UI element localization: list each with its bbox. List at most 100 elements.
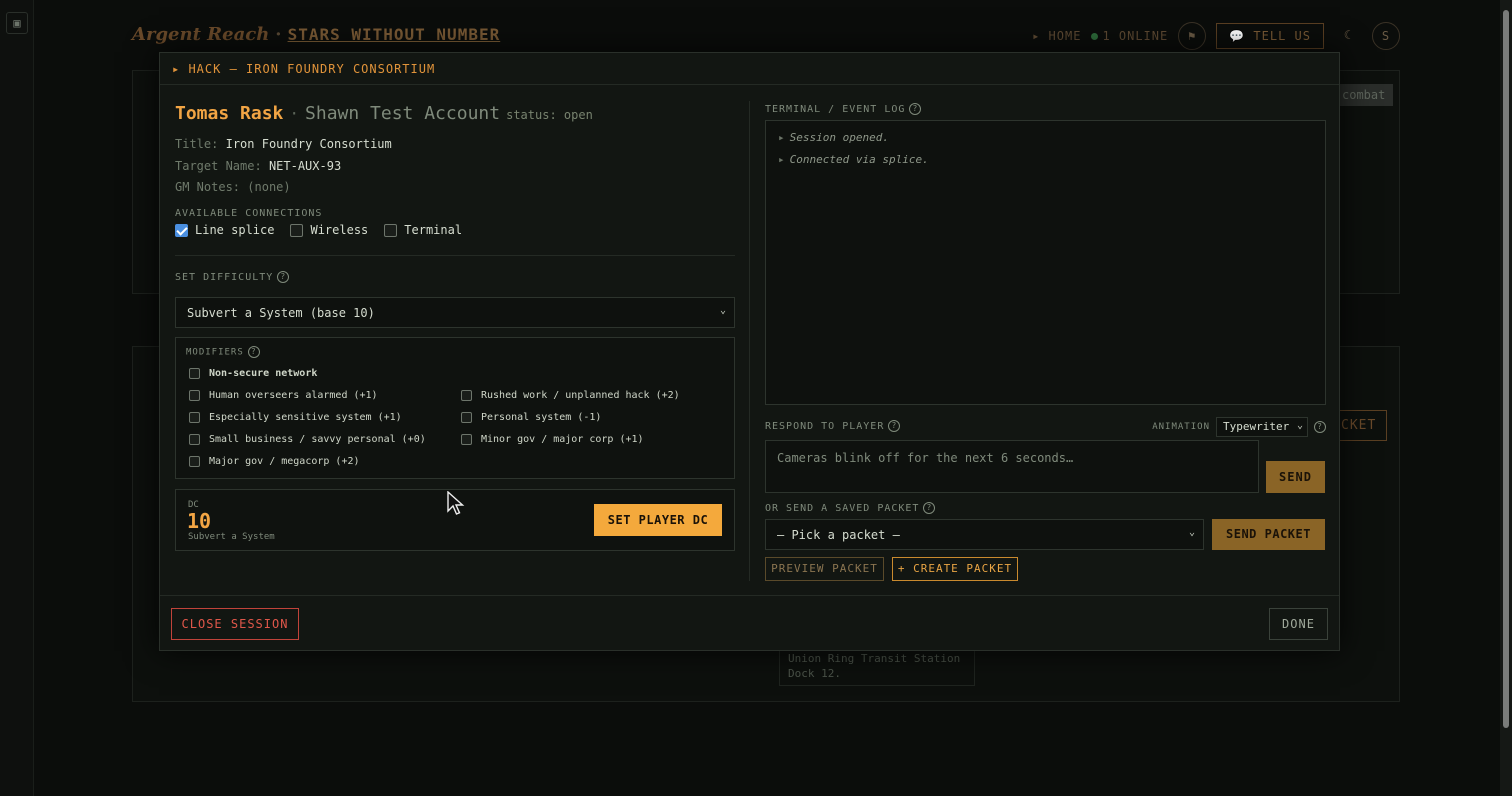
modifier-checkbox[interactable] — [461, 434, 472, 445]
modifier-checkbox[interactable] — [189, 456, 200, 467]
target-label: Target Name: — [175, 159, 262, 173]
modifier-label: Non-secure network — [209, 368, 318, 379]
difficulty-selected: Subvert a System (base 10) — [187, 306, 375, 320]
app-logo-icon[interactable]: ▣ — [6, 12, 28, 34]
chat-icon: 💬 — [1229, 29, 1246, 43]
checkbox-terminal[interactable] — [384, 223, 398, 237]
modifier-checkbox[interactable] — [461, 412, 472, 423]
modifier-checkbox[interactable] — [189, 434, 200, 445]
help-icon[interactable]: ? — [923, 502, 936, 514]
column-divider — [749, 101, 750, 581]
close-session-button[interactable]: CLOSE SESSION — [171, 608, 299, 640]
moon-icon[interactable]: ☾ — [1334, 22, 1362, 50]
log-label-text: TERMINAL / EVENT LOG — [765, 104, 906, 115]
help-icon[interactable]: ? — [247, 346, 260, 358]
connections-group: Line splice Wireless Terminal — [175, 223, 462, 237]
mouse-cursor-icon — [447, 491, 465, 515]
modifier-checkbox[interactable] — [189, 390, 200, 401]
difficulty-label: SET DIFFICULTY? — [175, 271, 290, 283]
modifier-label: Rushed work / unplanned hack (+2) — [481, 390, 680, 401]
packet-select[interactable]: — Pick a packet — ⌄ — [765, 519, 1204, 550]
log-bullet: ▸ — [778, 131, 785, 144]
modifier-checkbox[interactable] — [189, 368, 200, 379]
checkbox-line-splice[interactable] — [175, 223, 188, 237]
modifier-checkbox[interactable] — [189, 412, 200, 423]
reply-textarea[interactable]: Cameras blink off for the next 6 seconds… — [765, 440, 1259, 493]
saved-packet-label: OR SEND A SAVED PACKET? — [765, 502, 936, 514]
modal-title: ▸ HACK — IRON FOUNDRY CONSORTIUM — [160, 53, 1339, 85]
respond-label: RESPOND TO PLAYER? — [765, 420, 901, 432]
modifier-non-secure[interactable]: Non-secure network — [189, 368, 317, 379]
modifier-label: Small business / savvy personal (+0) — [209, 434, 426, 445]
game-link[interactable]: STARS WITHOUT NUMBER — [288, 25, 501, 44]
connection-label: Wireless — [310, 223, 369, 237]
send-button[interactable]: SEND — [1266, 461, 1325, 493]
online-count: 1 ONLINE — [1102, 29, 1169, 43]
difficulty-select[interactable]: Subvert a System (base 10) ⌄ — [175, 297, 735, 328]
online-dot-icon — [1091, 33, 1099, 40]
connection-terminal[interactable]: Terminal — [384, 223, 462, 237]
dc-value: 10 — [187, 509, 212, 533]
connection-wireless[interactable]: Wireless — [290, 223, 368, 237]
title-label: Title: — [175, 137, 219, 151]
title-row: Title: Iron Foundry Consortium — [175, 137, 392, 151]
chevron-down-icon: ⌄ — [1296, 420, 1303, 431]
online-status: 1 ONLINE — [1091, 29, 1168, 43]
divider — [175, 255, 735, 256]
status-badge: status: open — [506, 108, 593, 122]
left-rail: ▣ — [0, 0, 34, 796]
animation-selected: Typewriter — [1223, 420, 1290, 433]
set-player-dc-button[interactable]: SET PLAYER DC — [594, 504, 722, 536]
send-packet-button[interactable]: SEND PACKET — [1212, 519, 1325, 550]
modal-footer: CLOSE SESSION DONE — [160, 595, 1339, 652]
animation-control: ANIMATION Typewriter ⌄ ? — [1152, 417, 1326, 437]
avatar[interactable]: S — [1372, 22, 1400, 50]
checkbox-wireless[interactable] — [290, 223, 304, 237]
character-name: Tomas Rask — [175, 103, 284, 124]
modifier-overseers-alarmed[interactable]: Human overseers alarmed (+1) — [189, 390, 378, 401]
session-header: Tomas Rask · Shawn Test Account status: ope… — [175, 103, 593, 124]
log-label: TERMINAL / EVENT LOG? — [765, 103, 922, 115]
modifier-checkbox[interactable] — [461, 390, 472, 401]
modifier-major-gov[interactable]: Major gov / megacorp (+2) — [189, 456, 360, 467]
log-entry-text: Connected via splice. — [789, 153, 929, 166]
modifier-personal-system[interactable]: Personal system (-1) — [461, 412, 601, 423]
modifier-rushed-work[interactable]: Rushed work / unplanned hack (+2) — [461, 390, 680, 401]
account-name: Shawn Test Account — [305, 103, 501, 124]
bg-combat-button[interactable]: combat — [1334, 84, 1394, 106]
modifier-small-business[interactable]: Small business / savvy personal (+0) — [189, 434, 426, 445]
modifier-label: Especially sensitive system (+1) — [209, 412, 402, 423]
log-entry: ▸ Session opened. — [778, 131, 1313, 144]
event-log[interactable]: ▸ Session opened. ▸ Connected via splice. — [765, 120, 1326, 405]
modifiers-label-text: MODIFIERS — [186, 347, 244, 358]
flag-icon[interactable]: ⚑ — [1178, 22, 1207, 50]
help-icon[interactable]: ? — [909, 103, 922, 115]
connection-label: Terminal — [404, 223, 463, 237]
help-icon[interactable]: ? — [277, 271, 290, 283]
connection-line-splice[interactable]: Line splice — [175, 223, 274, 237]
page-scrollbar[interactable] — [1500, 0, 1512, 796]
tell-us-button[interactable]: 💬 TELL US — [1216, 23, 1324, 49]
done-button[interactable]: DONE — [1269, 608, 1328, 640]
brand[interactable]: Argent Reach · STARS WITHOUT NUMBER — [132, 24, 500, 45]
animation-select[interactable]: Typewriter ⌄ — [1216, 417, 1308, 437]
target-value: NET-AUX-93 — [268, 159, 342, 173]
preview-packet-button[interactable]: PREVIEW PACKET — [765, 557, 884, 581]
scrollbar-thumb[interactable] — [1503, 10, 1509, 728]
bg-card-line: Union Ring Transit Station — [788, 652, 961, 665]
tell-us-label: TELL US — [1253, 29, 1311, 43]
create-packet-button[interactable]: + CREATE PACKET — [892, 557, 1018, 581]
title-value: Iron Foundry Consortium — [225, 137, 392, 151]
connection-label: Line splice — [195, 223, 275, 237]
home-link[interactable]: ▸ HOME — [1032, 29, 1081, 43]
help-icon[interactable]: ? — [888, 420, 901, 432]
modifier-minor-gov[interactable]: Minor gov / major corp (+1) — [461, 434, 644, 445]
chevron-down-icon: ⌄ — [719, 305, 726, 316]
modifier-label: Major gov / megacorp (+2) — [209, 456, 360, 467]
modifier-sensitive-system[interactable]: Especially sensitive system (+1) — [189, 412, 402, 423]
animation-label: ANIMATION — [1152, 422, 1210, 432]
modifier-label: Human overseers alarmed (+1) — [209, 390, 378, 401]
header-separator: · — [289, 104, 300, 123]
help-icon[interactable]: ? — [1314, 421, 1326, 433]
log-bullet: ▸ — [778, 153, 785, 166]
